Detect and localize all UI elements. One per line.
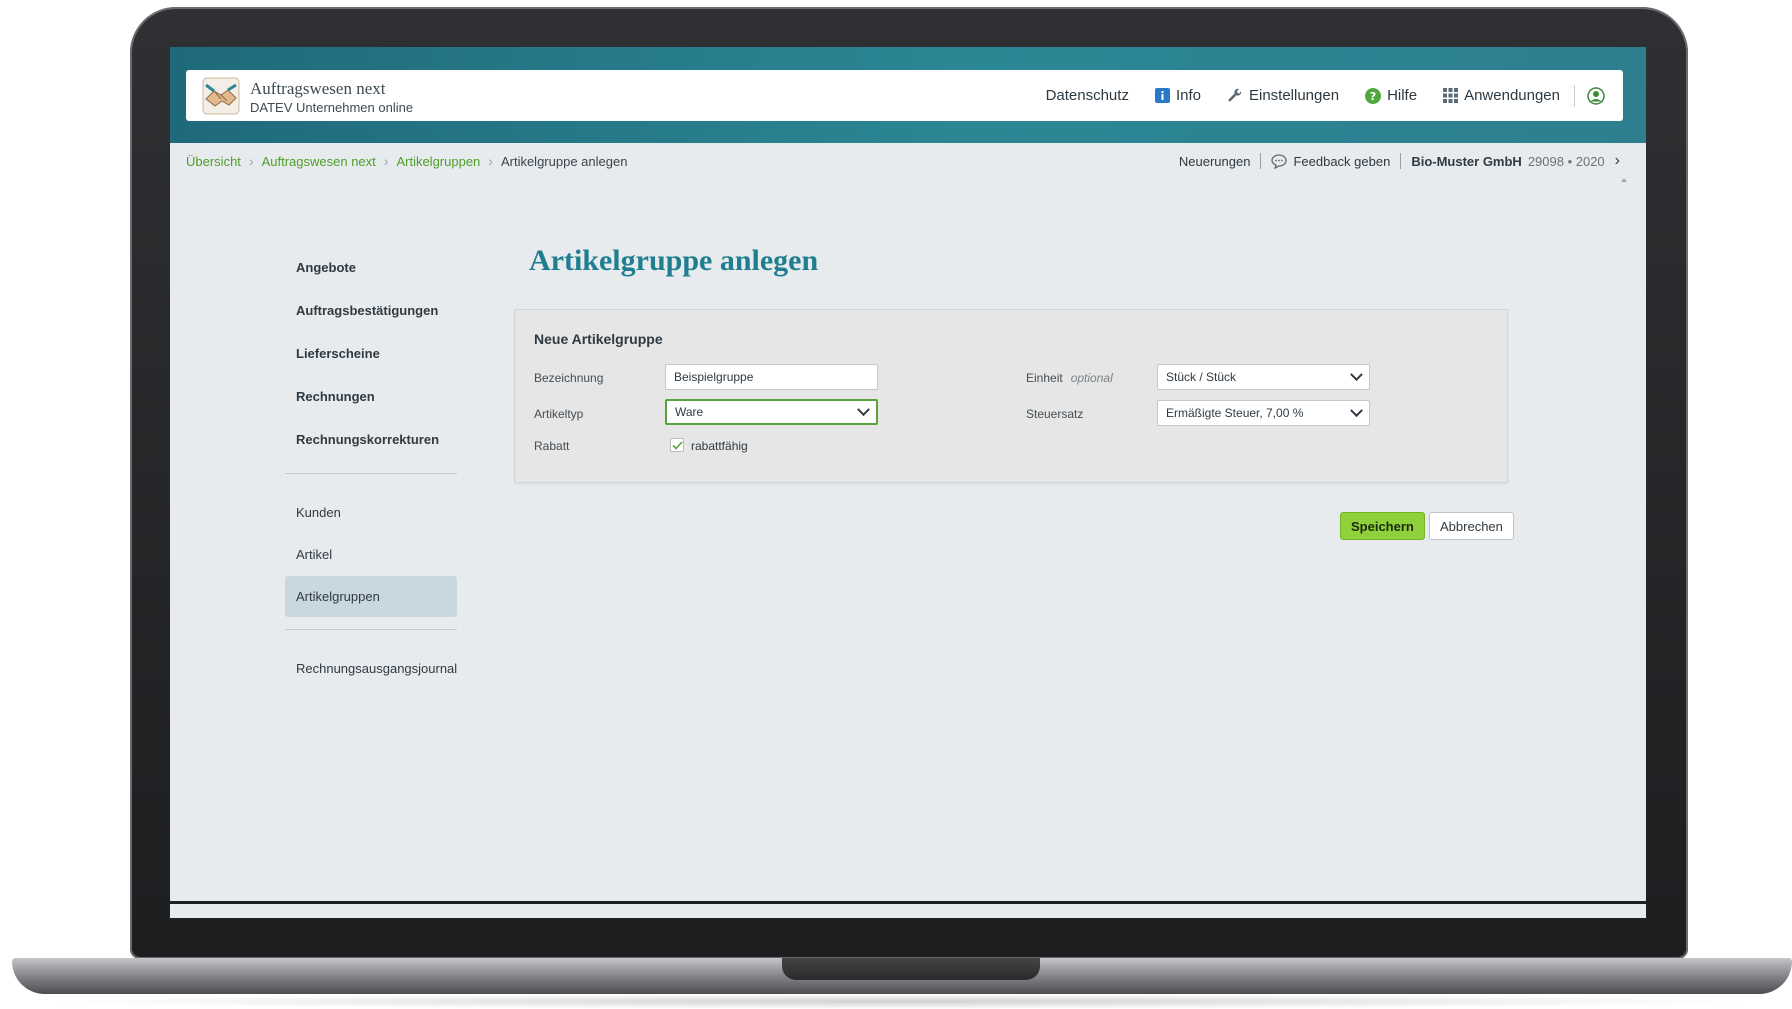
bezeichnung-input[interactable] [665, 364, 878, 390]
chevron-right-icon: › [383, 153, 389, 169]
nav-hilfe[interactable]: ? Hilfe [1365, 87, 1417, 104]
sidebar-item-kunden[interactable]: Kunden [285, 492, 457, 533]
nav-anwendungen[interactable]: Anwendungen [1443, 87, 1560, 104]
nav-datenschutz[interactable]: Datenschutz [1046, 87, 1129, 104]
nav-datenschutz-label: Datenschutz [1045, 87, 1129, 104]
form-panel: Neue Artikelgruppe Bezeichnung Artikelty… [514, 309, 1508, 483]
artikeltyp-value: Ware [675, 405, 704, 419]
cancel-button[interactable]: Abbrechen [1429, 512, 1514, 540]
neuerungen-link[interactable]: Neuerungen [1179, 154, 1251, 169]
breadcrumb: Übersicht › Auftragswesen next › Artikel… [186, 153, 627, 169]
steuersatz-select[interactable]: Ermäßigte Steuer, 7,00 % [1157, 400, 1370, 426]
rabatt-label: Rabatt [534, 439, 570, 453]
steuersatz-value: Ermäßigte Steuer, 7,00 % [1166, 406, 1304, 420]
org-name: Bio-Muster GmbH [1411, 153, 1522, 169]
artikeltyp-select[interactable]: Ware [665, 399, 878, 425]
breadcrumb-bar: Übersicht › Auftragswesen next › Artikel… [170, 143, 1646, 179]
steuersatz-label: Steuersatz [1026, 407, 1084, 421]
sidebar-item-angebote[interactable]: Angebote [285, 247, 457, 289]
handshake-logo-icon [202, 77, 240, 115]
app-grid-icon [1443, 88, 1459, 103]
sidebar: Angebote Auftragsbestätigungen Liefersch… [285, 247, 457, 690]
org-switcher[interactable]: Bio-Muster GmbH 29098 • 2020 › [1411, 152, 1620, 170]
laptop-notch [782, 958, 1040, 980]
rabatt-checkbox[interactable] [670, 438, 684, 452]
sidebar-item-rechnungsausgangsjournal[interactable]: Rechnungsausgangsjournal [285, 648, 457, 689]
svg-text:?: ? [1370, 90, 1376, 103]
divider [1260, 153, 1262, 169]
speech-bubble-icon [1271, 153, 1288, 169]
sidebar-divider [285, 473, 457, 474]
chevron-right-icon: › [1614, 152, 1620, 169]
sidebar-item-artikel[interactable]: Artikel [285, 534, 457, 575]
save-button[interactable]: Speichern [1340, 512, 1425, 540]
panel-title: Neue Artikelgruppe [534, 331, 663, 347]
sidebar-item-rechnungen[interactable]: Rechnungen [285, 376, 457, 418]
nav-divider [1574, 84, 1575, 107]
einheit-select[interactable]: Stück / Stück [1157, 364, 1370, 390]
screen-bottom-edge [170, 901, 1646, 904]
chevron-right-icon: › [248, 153, 254, 169]
checkmark-icon [671, 440, 683, 450]
divider [1400, 153, 1402, 169]
sidebar-item-lieferscheine[interactable]: Lieferscheine [285, 333, 457, 375]
chevron-down-icon [1350, 367, 1363, 381]
nav-einstellungen[interactable]: Einstellungen [1227, 87, 1339, 104]
einheit-value: Stück / Stück [1166, 370, 1237, 384]
chevron-right-icon: › [488, 153, 493, 169]
screen: Auftragswesen next DATEV Unternehmen onl… [170, 47, 1646, 918]
breadcrumb-current: Artikelgruppe anlegen [500, 153, 628, 169]
einheit-label-text: Einheit [1026, 371, 1063, 385]
nav-einstellungen-label: Einstellungen [1248, 87, 1340, 104]
header-nav: Datenschutz Info Einstellungen ? Hilfe A… [1046, 70, 1605, 121]
app-header: Auftragswesen next DATEV Unternehmen onl… [186, 70, 1623, 121]
nav-info[interactable]: Info [1154, 87, 1201, 104]
app-subtitle: DATEV Unternehmen online [250, 100, 414, 115]
sidebar-divider [285, 629, 457, 630]
help-icon: ? [1365, 87, 1382, 104]
org-meta: 29098 • 2020 [1527, 153, 1605, 169]
scroll-up-icon[interactable] [1621, 178, 1627, 182]
page-title: Artikelgruppe anlegen [529, 244, 819, 277]
sidebar-item-artikelgruppen[interactable]: Artikelgruppen [285, 576, 457, 617]
chevron-down-icon [857, 402, 870, 416]
einheit-label: Einheit optional [1026, 371, 1113, 385]
breadcrumb-auftragswesen[interactable]: Auftragswesen next [262, 154, 376, 169]
topbar-right: Neuerungen Feedback geben Bio-Muster Gmb… [1179, 152, 1630, 170]
sidebar-item-rechnungskorrekturen[interactable]: Rechnungskorrekturen [285, 419, 457, 461]
laptop-shadow [40, 994, 1760, 1009]
nav-hilfe-label: Hilfe [1387, 87, 1418, 104]
user-avatar-icon [1587, 86, 1605, 105]
nav-info-label: Info [1175, 87, 1201, 104]
nav-anwendungen-label: Anwendungen [1464, 87, 1560, 104]
breadcrumb-artikelgruppen[interactable]: Artikelgruppen [396, 154, 480, 169]
user-profile-button[interactable] [1587, 86, 1605, 105]
wrench-icon [1228, 88, 1242, 101]
feedback-label: Feedback geben [1293, 153, 1391, 169]
app-title: Auftragswesen next [250, 79, 386, 98]
sidebar-item-auftragsbestaetigungen[interactable]: Auftragsbestätigungen [285, 290, 457, 332]
bezeichnung-label: Bezeichnung [534, 371, 604, 385]
feedback-button[interactable]: Feedback geben [1271, 154, 1390, 169]
breadcrumb-uebersicht[interactable]: Übersicht [186, 154, 241, 169]
chevron-down-icon [1350, 403, 1363, 417]
info-icon [1154, 88, 1170, 103]
rabatt-checkbox-label[interactable]: rabattfähig [691, 439, 748, 453]
einheit-optional-hint: optional [1070, 371, 1113, 385]
artikeltyp-label: Artikeltyp [534, 407, 584, 421]
